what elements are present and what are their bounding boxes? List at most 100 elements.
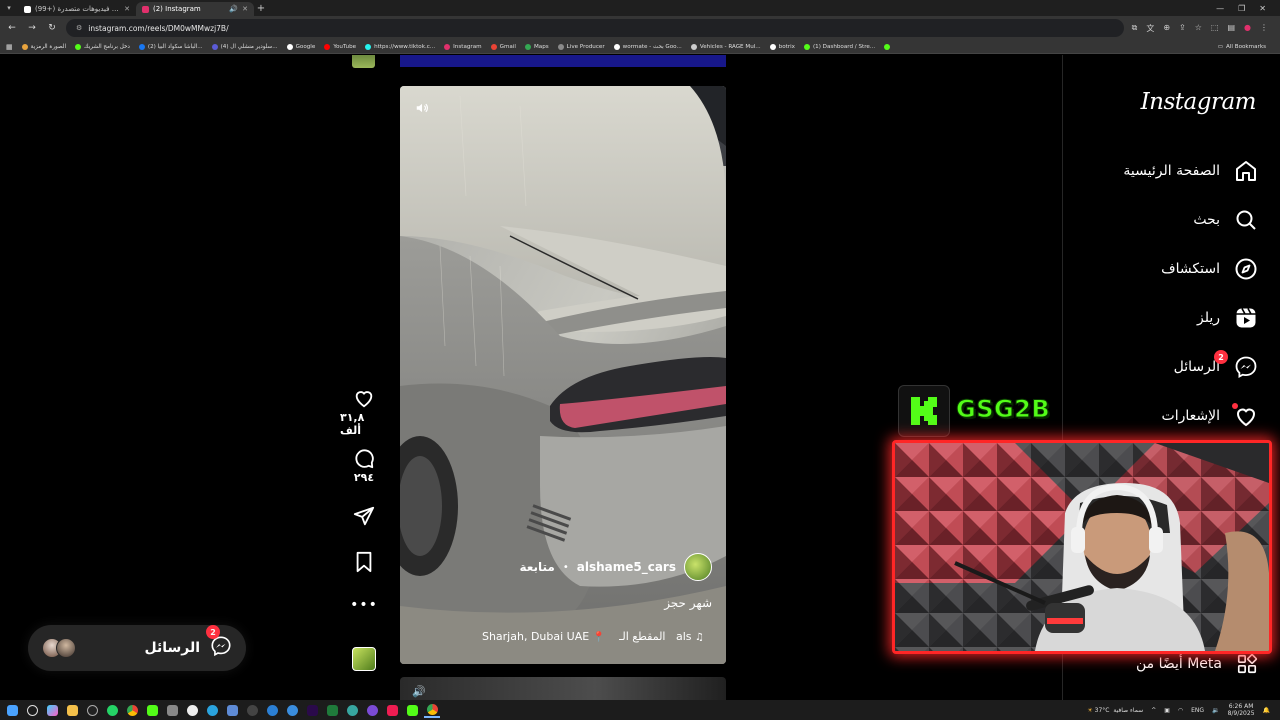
taskbar-app[interactable] [144,702,160,718]
taskbar-app[interactable] [104,702,120,718]
language-indicator[interactable]: ENG [1191,707,1204,714]
cast-icon[interactable]: ⧉ [1132,23,1138,34]
bookmark-item[interactable]: Maps [524,43,549,50]
reel-video[interactable]: alshame5_cars • متابعة شهر حجز Sharjah, … [400,86,726,664]
taskbar-app[interactable] [224,702,240,718]
save-button[interactable] [354,551,374,597]
speaker-icon[interactable]: 🔊 [412,685,426,698]
speaker-icon[interactable]: 🔊 [229,5,238,13]
taskbar-app[interactable] [244,702,260,718]
address-bar[interactable]: ⚙ instagram.com/reels/DM0wMMwzj7B/ [66,19,1124,37]
sidebar-icon[interactable]: ▤ [1227,23,1235,34]
bookmark-star-icon[interactable]: ☆ [1195,23,1202,34]
sidebar-item-reels[interactable]: ريلز [1197,306,1258,330]
bookmark-item[interactable]: botrix [769,43,795,50]
audio-thumbnail[interactable] [352,647,376,671]
all-bookmarks[interactable]: ▭ All Bookmarks [1218,44,1274,50]
sidebar-item-label: الإشعارات [1161,408,1220,424]
taskbar-app[interactable] [364,702,380,718]
maximize-icon[interactable]: ❐ [1238,4,1245,13]
bookmark-item[interactable]: Gmail [490,43,516,50]
previous-reel[interactable] [400,55,726,67]
zoom-icon[interactable]: ⊕ [1163,23,1170,34]
bookmark-item[interactable]: Google [286,43,315,50]
follow-button[interactable]: متابعة [519,560,554,574]
previous-reel-audio-thumb[interactable] [352,55,375,68]
location-tag[interactable]: Sharjah, Dubai UAE 📍 [482,630,605,643]
tab-search-icon[interactable]: ▾ [0,0,18,16]
translate-icon[interactable]: 文 [1146,23,1154,34]
menu-icon[interactable]: ⋮ [1260,23,1268,34]
site-info-icon[interactable]: ⚙ [76,24,82,32]
messages-pill[interactable]: الرسائل 2 [28,625,246,671]
minimize-icon[interactable]: — [1216,4,1224,13]
next-reel[interactable]: 🔊 [400,677,726,700]
search-button[interactable] [24,702,40,718]
bookmark-item[interactable]: wormate - بحث Goo... [613,43,682,50]
clock[interactable]: 6:26 AM 8/9/2025 [1228,703,1255,717]
profile-icon[interactable]: ● [1244,23,1251,34]
share-icon[interactable]: ⇪ [1179,23,1186,34]
back-icon[interactable]: ← [6,23,18,33]
bookmark-item[interactable]: الصورة الرمزية [21,43,66,50]
taskbar-app[interactable] [304,702,320,718]
sidebar-item-messages[interactable]: الرسائل 2 [1174,350,1258,379]
taskbar-app[interactable] [264,702,280,718]
reload-icon[interactable]: ↻ [46,23,58,33]
sidebar-item-notifications[interactable]: الإشعارات [1161,403,1258,428]
taskbar-app[interactable] [384,702,400,718]
taskbar-app[interactable] [184,702,200,718]
taskbar-app[interactable] [124,702,140,718]
bookmark-item[interactable]: Instagram [444,43,482,50]
close-icon[interactable]: ✕ [124,5,130,13]
sidebar-item-search[interactable]: بحث [1193,208,1258,232]
taskbar-app[interactable] [64,702,80,718]
weather-widget[interactable]: ☀ 37°C سماء صافية [1087,707,1143,714]
taskbar-app[interactable] [204,702,220,718]
bookmark-item[interactable] [884,43,891,50]
taskbar-app[interactable] [404,702,420,718]
author-avatar[interactable] [684,553,712,581]
author-username[interactable]: alshame5_cars [577,560,676,574]
notification-bell-icon[interactable]: 🔔 [1263,707,1270,714]
bookmark-item[interactable]: Vehicles - RAGE Mul... [690,43,761,50]
apps-icon[interactable]: ▦ [6,43,13,51]
bookmark-item[interactable]: (2) الباشا سكواد البيا... [138,43,203,50]
sidebar-item-also-from-meta[interactable]: أيضًا من Meta [1136,653,1258,675]
wifi-icon[interactable]: ◠ [1178,707,1183,714]
taskbar-app[interactable] [324,702,340,718]
forward-icon[interactable]: → [26,23,38,33]
sidebar-item-home[interactable]: الصفحة الرئيسية [1123,159,1258,183]
reel-caption[interactable]: شهر حجز [664,596,712,610]
taskbar-app[interactable] [284,702,300,718]
mute-button[interactable] [412,98,432,118]
bookmark-item[interactable]: https://www.tiktok.c... [365,43,435,50]
tab-instagram[interactable]: (2) Instagram 🔊 ✕ [136,2,254,16]
close-icon[interactable]: ✕ [242,5,248,13]
volume-icon[interactable]: 🔉 [1212,707,1219,714]
instagram-logo[interactable]: Instagram [1141,89,1257,115]
bookmark-item[interactable]: (1) Dashboard / Stre... [803,43,875,50]
taskbar-app-chrome-active[interactable] [424,702,440,718]
audio-tag[interactable]: المقطع الـ als ♫ [619,630,704,643]
taskbar-app[interactable] [164,702,180,718]
taskbar-app[interactable] [344,702,360,718]
close-window-icon[interactable]: ✕ [1259,4,1266,13]
bookmark-item[interactable]: دخل برنامج الشريك [75,43,130,50]
new-tab-button[interactable]: + [254,3,268,14]
tab-youtube[interactable]: (99+) شاهد فيديوهات متصدرة | ✕ [18,2,136,16]
bookmark-item[interactable]: (4) سلودير منشلي ال... [211,43,278,50]
bookmark-item[interactable]: YouTube [324,43,356,50]
extensions-icon[interactable]: ⬚ [1211,23,1219,34]
start-button[interactable] [4,702,20,718]
bookmark-item[interactable]: Live Producer [557,43,605,50]
like-button[interactable]: ٣١,٨ ألف [340,387,388,445]
taskbar-app[interactable] [44,702,60,718]
more-options-button[interactable]: ••• [350,597,378,637]
sidebar-item-explore[interactable]: استكشاف [1161,257,1258,281]
taskbar-app[interactable] [84,702,100,718]
tray-chevron-icon[interactable]: ^ [1151,707,1156,714]
share-button[interactable] [353,505,375,551]
comment-button[interactable]: ٢٩٤ [353,447,375,499]
tray-app-icon[interactable]: ▣ [1164,707,1170,714]
